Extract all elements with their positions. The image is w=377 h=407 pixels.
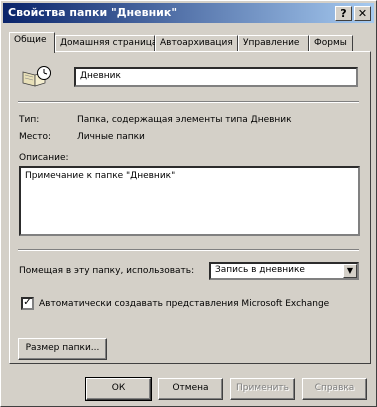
- location-label: Место:: [19, 132, 52, 142]
- cancel-button[interactable]: Отмена: [158, 378, 223, 400]
- window-title: Свойства папки "Дневник": [8, 6, 178, 19]
- post-form-value: Запись в дневнике: [215, 265, 305, 275]
- folder-size-button[interactable]: Размер папки...: [18, 338, 107, 360]
- folder-properties-dialog: Свойства папки "Дневник" ? ✕ Общие Домаш…: [0, 0, 377, 407]
- title-bar: Свойства папки "Дневник" ? ✕: [3, 3, 374, 23]
- exchange-views-checkbox[interactable]: ✓: [21, 297, 34, 310]
- close-title-button[interactable]: ✕: [354, 6, 371, 21]
- tab-administration[interactable]: Управление: [238, 35, 309, 52]
- description-label: Описание:: [19, 153, 69, 163]
- tab-strip: Общие Домашняя страница Автоархивация Уп…: [9, 32, 371, 53]
- chevron-down-icon[interactable]: ▼: [343, 264, 357, 278]
- separator: [18, 101, 359, 103]
- help-title-button[interactable]: ?: [335, 6, 352, 21]
- ok-button[interactable]: ОК: [85, 377, 152, 401]
- tab-general[interactable]: Общие: [9, 32, 55, 53]
- journal-folder-icon: [22, 66, 51, 87]
- folder-name-input[interactable]: Дневник: [74, 67, 358, 87]
- post-form-select[interactable]: Запись в дневнике ▼: [209, 262, 359, 280]
- tab-home-page[interactable]: Домашняя страница: [55, 35, 157, 52]
- exchange-views-label: Автоматически создавать представления Mi…: [39, 299, 330, 309]
- help-button[interactable]: Справка: [302, 378, 367, 400]
- description-textarea[interactable]: Примечание к папке "Дневник": [19, 166, 360, 236]
- type-value: Папка, содержащая элементы типа Дневник: [77, 115, 292, 125]
- post-using-label: Помещая в эту папку, использовать:: [19, 266, 195, 276]
- tab-forms[interactable]: Формы: [309, 35, 353, 52]
- type-label: Тип:: [19, 115, 40, 125]
- apply-button[interactable]: Применить: [230, 378, 295, 400]
- separator: [18, 249, 359, 251]
- location-value: Личные папки: [77, 132, 145, 142]
- tab-autoarchive[interactable]: Автоархивация: [155, 35, 238, 52]
